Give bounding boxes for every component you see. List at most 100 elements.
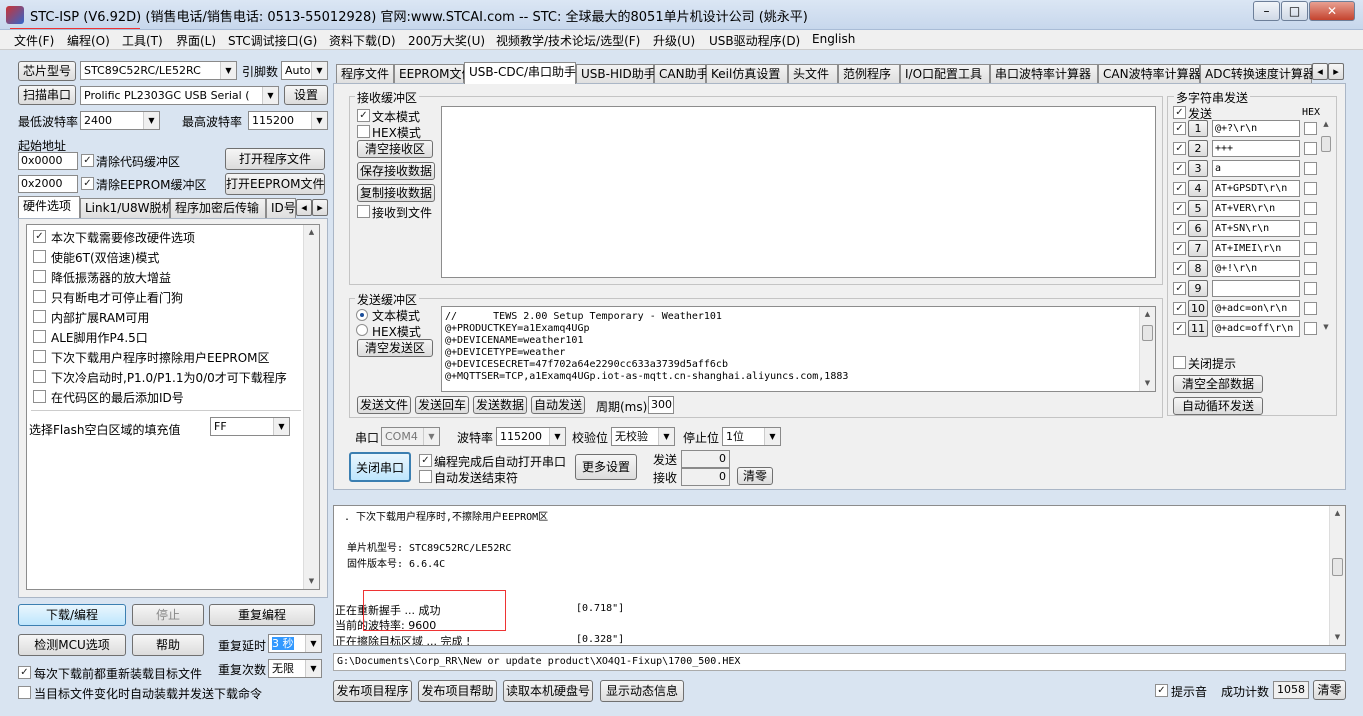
publish-program-button[interactable]: 发布项目程序 <box>333 680 412 702</box>
clear-all-data-button[interactable]: 清空全部数据 <box>1173 375 1263 393</box>
chip-model-button[interactable]: 芯片型号 <box>18 61 76 81</box>
multi-row-hex-checkbox[interactable] <box>1304 322 1317 335</box>
scroll-up-icon[interactable]: ▲ <box>1319 120 1333 132</box>
multi-row-checkbox[interactable] <box>1173 262 1186 275</box>
send-cr-button[interactable]: 发送回车 <box>415 396 469 414</box>
menu-docs[interactable]: 资料下载(D) <box>329 32 396 49</box>
multi-row-send-button[interactable]: 4 <box>1188 180 1208 197</box>
clear-success-button[interactable]: 清零 <box>1313 680 1346 700</box>
multi-row-send-button[interactable]: 7 <box>1188 240 1208 257</box>
show-dynamic-info-button[interactable]: 显示动态信息 <box>600 680 684 702</box>
min-baud-select[interactable]: 2400 ▼ <box>80 111 160 130</box>
multi-row-hex-checkbox[interactable] <box>1304 262 1317 275</box>
multi-row-send-button[interactable]: 2 <box>1188 140 1208 157</box>
send-text-mode-radio[interactable] <box>356 309 368 321</box>
send-file-button[interactable]: 发送文件 <box>357 396 411 414</box>
tab-uart-baud-calc[interactable]: 串口波特率计算器 <box>990 64 1098 84</box>
repeat-program-button[interactable]: 重复编程 <box>209 604 315 626</box>
hw-option-checkbox[interactable] <box>33 390 46 403</box>
clear-counters-button[interactable]: 清零 <box>737 467 773 485</box>
parity-select[interactable]: 无校验 ▼ <box>611 427 675 446</box>
menu-prize[interactable]: 200万大奖(U) <box>408 32 485 49</box>
tab-id[interactable]: ID号 <box>266 198 296 218</box>
maximize-button[interactable]: □ <box>1281 1 1308 21</box>
scroll-down-icon[interactable]: ▼ <box>1319 323 1333 335</box>
period-input[interactable]: 300 <box>648 396 674 414</box>
tab-scroll-right-icon[interactable]: ▸ <box>312 199 328 216</box>
multi-row-send-button[interactable]: 6 <box>1188 220 1208 237</box>
open-program-button[interactable]: 打开程序文件 <box>225 148 325 170</box>
hw-option-checkbox[interactable] <box>33 370 46 383</box>
multi-row-send-button[interactable]: 8 <box>1188 260 1208 277</box>
multi-row-input[interactable]: @+adc=on\r\n <box>1212 300 1300 317</box>
multi-row-send-button[interactable]: 1 <box>1188 120 1208 137</box>
multi-row-checkbox[interactable] <box>1173 182 1186 195</box>
recv-to-file-checkbox[interactable] <box>357 205 370 218</box>
clear-receive-button[interactable]: 清空接收区 <box>357 140 433 158</box>
send-data-button[interactable]: 发送数据 <box>473 396 527 414</box>
multi-row-send-button[interactable]: 3 <box>1188 160 1208 177</box>
auto-open-port-checkbox[interactable] <box>419 454 432 467</box>
multi-row-checkbox[interactable] <box>1173 122 1186 135</box>
menu-tools[interactable]: 工具(T) <box>122 32 163 49</box>
send-scrollbar[interactable]: ▲ ▼ <box>1139 307 1155 391</box>
clear-code-checkbox[interactable] <box>81 154 94 167</box>
open-eeprom-button[interactable]: 打开EEPROM文件 <box>225 173 325 195</box>
hw-scrollbar[interactable]: ▲ ▼ <box>303 225 319 589</box>
multi-row-checkbox[interactable] <box>1173 322 1186 335</box>
tab-can-baud-calc[interactable]: CAN波特率计算器 <box>1098 64 1201 84</box>
max-baud-select[interactable]: 115200 ▼ <box>248 111 328 130</box>
publish-help-button[interactable]: 发布项目帮助 <box>418 680 497 702</box>
tab-io-config[interactable]: I/O口配置工具 <box>900 64 990 84</box>
scan-port-button[interactable]: 扫描串口 <box>18 85 76 105</box>
menu-upgrade[interactable]: 升级(U) <box>653 32 695 49</box>
hw-option-checkbox[interactable] <box>33 230 46 243</box>
stop-button[interactable]: 停止 <box>132 604 204 626</box>
tab-usb-hid[interactable]: USB-HID助手 <box>576 64 656 84</box>
download-program-button[interactable]: 下载/编程 <box>18 604 126 626</box>
send-textarea[interactable]: // TEWS 2.00 Setup Temporary - Weather10… <box>441 306 1156 392</box>
save-receive-button[interactable]: 保存接收数据 <box>357 162 435 180</box>
multi-row-hex-checkbox[interactable] <box>1304 202 1317 215</box>
multi-row-input[interactable]: +++ <box>1212 140 1300 157</box>
close-port-button[interactable]: 关闭串口 <box>349 452 411 482</box>
scroll-thumb[interactable] <box>1321 136 1331 152</box>
tab-hardware[interactable]: 硬件选项 <box>18 196 80 218</box>
multi-send-all-checkbox[interactable] <box>1173 106 1186 119</box>
receive-textarea[interactable] <box>441 106 1156 278</box>
menu-usb-driver[interactable]: USB驱动程序(D) <box>709 32 800 49</box>
detect-mcu-button[interactable]: 检测MCU选项 <box>18 634 126 656</box>
hw-option-checkbox[interactable] <box>33 310 46 323</box>
pins-select[interactable]: Auto ▼ <box>281 61 328 80</box>
tab-scroll-left-icon[interactable]: ◂ <box>296 199 312 216</box>
tab-serial-assistant[interactable]: USB-CDC/串口助手 <box>464 62 576 84</box>
multi-send-scrollbar[interactable]: ▲ ▼ <box>1319 120 1333 335</box>
multi-row-input[interactable]: AT+IMEI\r\n <box>1212 240 1300 257</box>
tab-header-file[interactable]: 头文件 <box>788 64 838 84</box>
fill-value-select[interactable]: FF ▼ <box>210 417 290 436</box>
multi-row-input[interactable]: AT+VER\r\n <box>1212 200 1300 217</box>
copy-receive-button[interactable]: 复制接收数据 <box>357 184 435 202</box>
menu-program[interactable]: 编程(O) <box>67 32 110 49</box>
auto-send-button[interactable]: 自动发送 <box>531 396 585 414</box>
multi-row-checkbox[interactable] <box>1173 222 1186 235</box>
multi-row-checkbox[interactable] <box>1173 242 1186 255</box>
multi-row-hex-checkbox[interactable] <box>1304 242 1317 255</box>
hw-option-checkbox[interactable] <box>33 350 46 363</box>
code-address-input[interactable]: 0x0000 <box>18 152 78 170</box>
more-settings-button[interactable]: 更多设置 <box>575 454 637 480</box>
tab-link1[interactable]: Link1/U8W脱机 <box>80 198 174 218</box>
multi-row-checkbox[interactable] <box>1173 282 1186 295</box>
scroll-down-icon[interactable]: ▼ <box>1330 630 1345 645</box>
tab-scroll-right-icon[interactable]: ▸ <box>1328 63 1344 80</box>
eeprom-address-input[interactable]: 0x2000 <box>18 175 78 193</box>
hw-option-checkbox[interactable] <box>33 330 46 343</box>
auto-end-checkbox[interactable] <box>419 470 432 483</box>
multi-row-checkbox[interactable] <box>1173 202 1186 215</box>
multi-row-send-button[interactable]: 9 <box>1188 280 1208 297</box>
multi-row-send-button[interactable]: 5 <box>1188 200 1208 217</box>
multi-row-input[interactable]: @+?\r\n <box>1212 120 1300 137</box>
multi-row-input[interactable]: AT+SN\r\n <box>1212 220 1300 237</box>
repeat-delay-select[interactable]: 3 秒 ▼ <box>268 634 322 653</box>
multi-row-hex-checkbox[interactable] <box>1304 142 1317 155</box>
